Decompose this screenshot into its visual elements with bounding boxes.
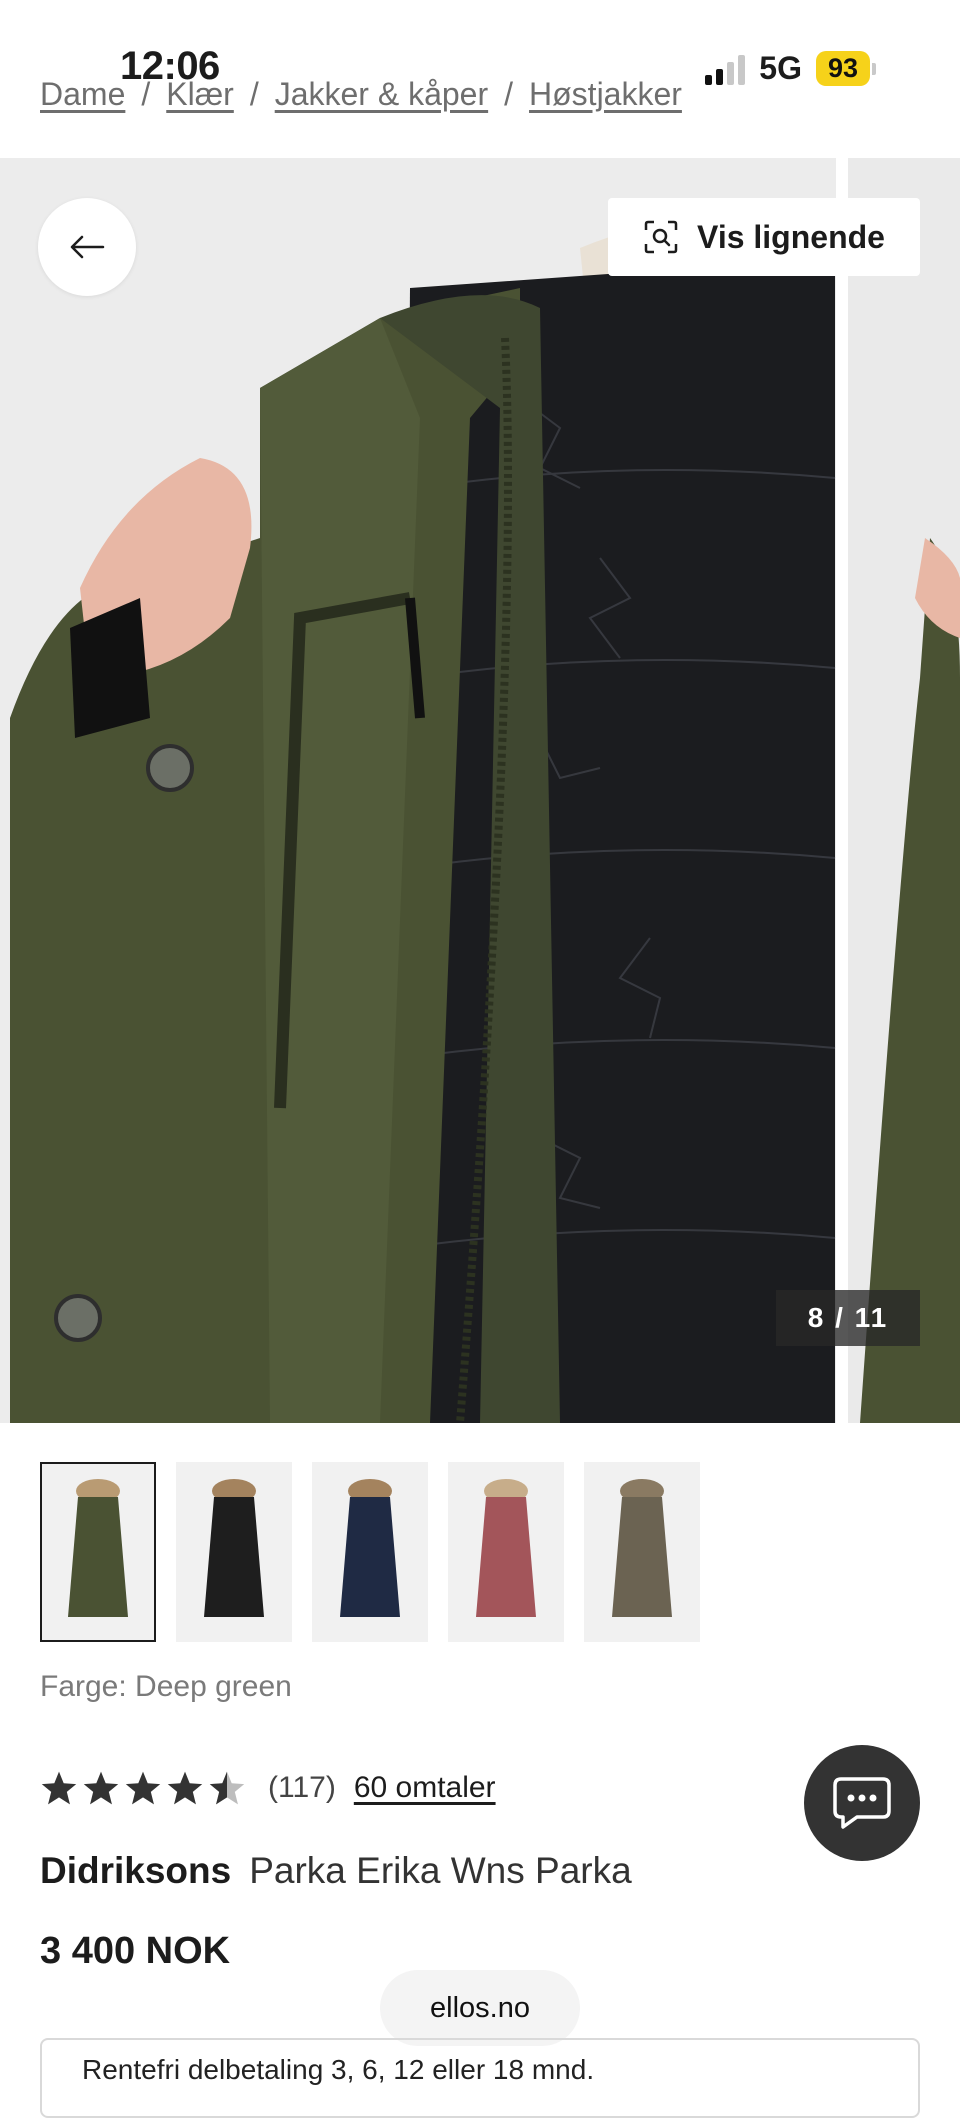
color-swatch-rose[interactable] bbox=[448, 1462, 564, 1642]
product-price: 3 400 NOK bbox=[40, 1930, 231, 1972]
breadcrumb-separator: / bbox=[249, 76, 259, 112]
product-title: Didriksons Parka Erika Wns Parka bbox=[40, 1850, 632, 1892]
back-button[interactable] bbox=[38, 198, 136, 296]
star-icon bbox=[83, 1771, 119, 1805]
color-swatches bbox=[40, 1462, 700, 1642]
breadcrumb-jakker[interactable]: Jakker & kåper bbox=[275, 76, 488, 113]
battery-icon: 93 bbox=[815, 51, 876, 86]
arrow-left-icon bbox=[70, 235, 105, 259]
signal-icon bbox=[705, 53, 746, 85]
half-star-icon bbox=[209, 1771, 245, 1805]
breadcrumb-separator: / bbox=[504, 76, 514, 112]
status-indicators: 5G 93 bbox=[705, 50, 876, 87]
color-swatch-black[interactable] bbox=[176, 1462, 292, 1642]
similar-items-label: Vis lignende bbox=[697, 218, 885, 255]
product-photo bbox=[0, 158, 960, 1423]
financing-info[interactable]: Rentefri delbetaling 3, 6, 12 eller 18 m… bbox=[40, 2038, 920, 2118]
browser-domain[interactable]: ellos.no bbox=[380, 1970, 580, 2046]
breadcrumb-hostjakker[interactable]: Høstjakker bbox=[529, 76, 682, 113]
rating-row: (117) 60 omtaler bbox=[40, 1770, 496, 1806]
image-counter: 8 / 11 bbox=[776, 1290, 920, 1346]
product-image-gallery[interactable] bbox=[0, 158, 960, 1423]
star-rating bbox=[40, 1770, 246, 1806]
reviews-link[interactable]: 60 omtaler bbox=[354, 1771, 496, 1805]
product-name: Parka Erika Wns Parka bbox=[249, 1850, 632, 1891]
network-label: 5G bbox=[759, 50, 802, 86]
visual-search-icon bbox=[644, 220, 678, 254]
product-brand[interactable]: Didriksons bbox=[40, 1850, 231, 1892]
status-time: 12:06 bbox=[120, 44, 220, 88]
selected-color-label: Farge: Deep green bbox=[40, 1670, 292, 1703]
battery-level: 93 bbox=[815, 51, 870, 86]
chat-icon bbox=[833, 1777, 891, 1829]
financing-text: Rentefri delbetaling 3, 6, 12 eller 18 m… bbox=[82, 2054, 595, 2085]
star-icon bbox=[167, 1771, 203, 1805]
similar-items-button[interactable]: Vis lignende bbox=[608, 198, 920, 276]
star-icon bbox=[41, 1771, 77, 1805]
color-swatch-brown[interactable] bbox=[584, 1462, 700, 1642]
review-count: (117) bbox=[268, 1771, 336, 1804]
color-swatch-navy[interactable] bbox=[312, 1462, 428, 1642]
star-icon bbox=[125, 1771, 161, 1805]
color-swatch-deep-green[interactable] bbox=[40, 1462, 156, 1642]
chat-button[interactable] bbox=[804, 1745, 920, 1861]
breadcrumb-dame[interactable]: Dame bbox=[40, 76, 125, 113]
